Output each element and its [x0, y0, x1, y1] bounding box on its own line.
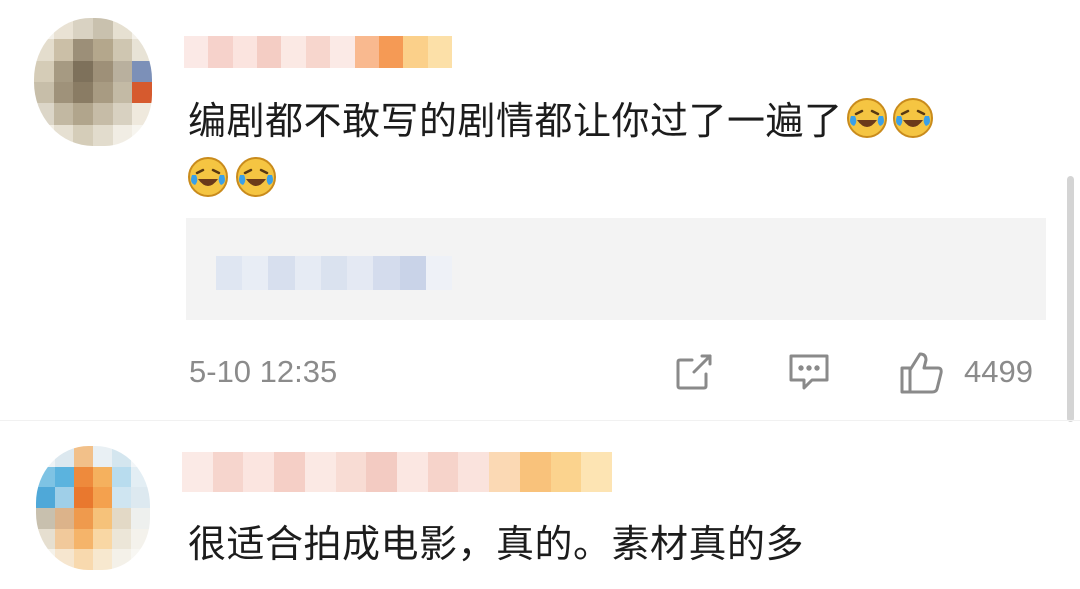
comment-text: 很适合拍成电影，真的。素材真的多 [188, 522, 805, 566]
username[interactable] [182, 452, 612, 492]
like-count: 4499 [964, 354, 1033, 389]
comment-timestamp: 5-10 12:35 [189, 354, 338, 389]
comment-text-line: 编剧都不敢写的剧情都让你过了一遍了 [188, 99, 843, 143]
username[interactable] [184, 36, 452, 68]
laughing-crying-emoji-icon [846, 98, 887, 138]
laughing-crying-emoji-icon [892, 98, 933, 138]
comment-icon [789, 354, 829, 390]
laughing-crying-emoji-icon [236, 157, 276, 197]
thumbs-up-icon [900, 352, 943, 394]
like-button[interactable]: 4499 [896, 348, 1033, 396]
avatar[interactable] [36, 446, 150, 570]
laughing-crying-emoji-icon [188, 157, 228, 197]
comment-text: 编剧都不敢写的剧情都让你过了一遍了 [188, 96, 935, 146]
reply-preview-text[interactable] [216, 256, 452, 290]
avatar[interactable] [34, 18, 152, 146]
comment-divider [0, 420, 1080, 421]
comment-button[interactable] [786, 348, 832, 396]
share-button[interactable] [672, 348, 716, 396]
scrollbar[interactable] [1067, 176, 1074, 422]
share-icon [676, 354, 712, 390]
comment-emoji-line [186, 152, 278, 202]
